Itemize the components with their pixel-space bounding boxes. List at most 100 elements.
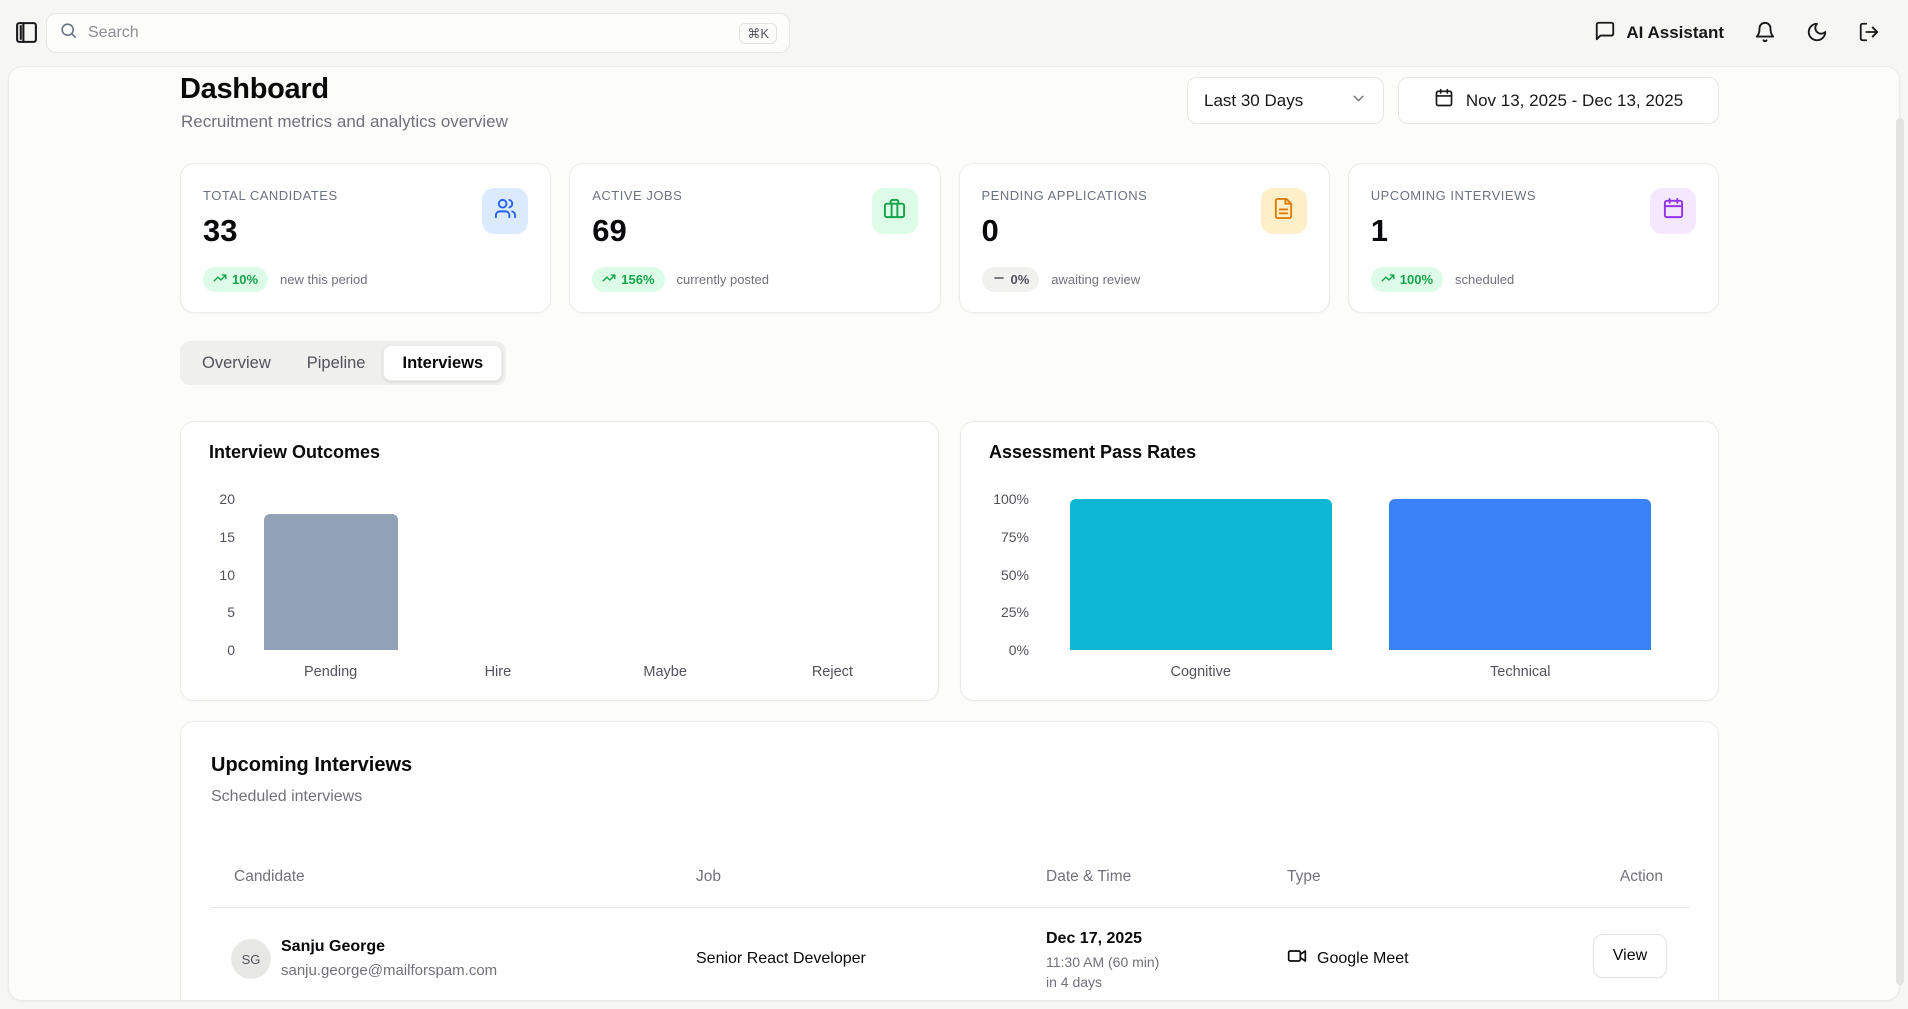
top-right-actions: AI Assistant	[1594, 0, 1880, 66]
calendar-icon	[1434, 88, 1454, 113]
stat-trend-badge: 0%	[982, 267, 1040, 292]
upcoming-interviews-title: Upcoming Interviews	[211, 754, 412, 777]
x-axis-label: Pending	[247, 664, 414, 680]
stat-trend-badge: 100%	[1371, 267, 1443, 292]
y-tick-label: 10	[181, 566, 235, 584]
x-axis-label: Hire	[414, 664, 581, 680]
search-shortcut-kbd: ⌘K	[739, 23, 777, 44]
column-header-date-time: Date & Time	[1046, 868, 1131, 886]
chart-bar-cognitive	[1070, 499, 1332, 650]
page-subtitle: Recruitment metrics and analytics overvi…	[181, 112, 508, 132]
briefcase-icon	[883, 197, 906, 225]
bell-icon	[1754, 21, 1776, 46]
upcoming-interviews-subtitle: Scheduled interviews	[211, 788, 362, 806]
ai-assistant-button[interactable]: AI Assistant	[1594, 20, 1724, 47]
trending-up-icon	[1381, 271, 1395, 288]
chart-title: Assessment Pass Rates	[989, 442, 1196, 463]
x-axis-label: Cognitive	[1041, 664, 1361, 680]
logout-button[interactable]	[1858, 21, 1880, 46]
column-header-candidate: Candidate	[234, 868, 305, 886]
tab-overview[interactable]: Overview	[184, 345, 289, 381]
y-tick-label: 75%	[961, 528, 1029, 546]
stat-icon-box-2	[1261, 188, 1307, 234]
search-icon	[59, 21, 78, 45]
tab-interviews[interactable]: Interviews	[383, 345, 502, 381]
stat-value: 33	[203, 213, 528, 249]
stat-label: PENDING APPLICATIONS	[982, 188, 1307, 203]
trending-up-icon	[213, 271, 227, 288]
minus-icon	[992, 271, 1006, 288]
upcoming-interviews-card: Upcoming Interviews Scheduled interviews…	[180, 721, 1719, 1001]
sidebar-toggle-button[interactable]	[14, 20, 39, 48]
stat-card-active-jobs: ACTIVE JOBS 69 156% currently posted	[569, 163, 940, 313]
stat-label: UPCOMING INTERVIEWS	[1371, 188, 1696, 203]
search-input[interactable]	[88, 24, 739, 42]
job-cell: Senior React Developer	[696, 950, 866, 968]
stat-trend-badge: 156%	[592, 267, 664, 292]
notifications-button[interactable]	[1754, 21, 1776, 46]
stat-card-total-candidates: TOTAL CANDIDATES 33 10% new this period	[180, 163, 551, 313]
moon-icon	[1806, 21, 1828, 46]
tab-pipeline[interactable]: Pipeline	[289, 345, 384, 381]
stats-row: TOTAL CANDIDATES 33 10% new this period …	[180, 163, 1719, 313]
vertical-scrollbar-thumb[interactable]	[1896, 118, 1904, 985]
dark-mode-toggle[interactable]	[1806, 21, 1828, 46]
stat-value: 1	[1371, 213, 1696, 249]
stat-card-pending-applications: PENDING APPLICATIONS 0 0% awaiting revie…	[959, 163, 1330, 313]
stat-value: 69	[592, 213, 917, 249]
stat-trend-badge: 10%	[203, 267, 268, 292]
stat-card-upcoming-interviews: UPCOMING INTERVIEWS 1 100% scheduled	[1348, 163, 1719, 313]
users-icon	[494, 197, 517, 225]
y-tick-label: 20	[181, 490, 235, 508]
top-bar: ⌘K AI Assistant	[0, 0, 1908, 66]
video-camera-icon	[1287, 946, 1307, 971]
interview-date: Dec 17, 2025	[1046, 930, 1142, 948]
stat-label: TOTAL CANDIDATES	[203, 188, 528, 203]
y-tick-label: 0	[181, 641, 235, 659]
view-button[interactable]: View	[1593, 934, 1667, 978]
calendar-icon	[1662, 197, 1685, 225]
interview-type-cell: Google Meet	[1287, 946, 1409, 971]
assessment-pass-rates-chart: Assessment Pass Rates 0%25%50%75%100%Cog…	[960, 421, 1719, 701]
panel-left-icon	[14, 20, 39, 48]
stat-label: ACTIVE JOBS	[592, 188, 917, 203]
chart-bar-technical	[1389, 499, 1651, 650]
y-tick-label: 5	[181, 603, 235, 621]
x-axis-label: Technical	[1361, 664, 1681, 680]
period-select-value: Last 30 Days	[1204, 91, 1303, 111]
interview-outcomes-chart: Interview Outcomes 0 5 10 15 20 PendingHireMa…	[180, 421, 939, 701]
main-content-panel: Dashboard Recruitment metrics and analyt…	[8, 66, 1900, 1001]
interview-relative-time: in 4 days	[1046, 974, 1102, 990]
date-range-value: Nov 13, 2025 - Dec 13, 2025	[1466, 91, 1683, 111]
page-title: Dashboard	[180, 73, 329, 106]
stat-caption: awaiting review	[1051, 272, 1140, 287]
y-tick-label: 0%	[961, 641, 1029, 659]
stat-icon-box-1	[872, 188, 918, 234]
column-header-action: Action	[1620, 868, 1663, 886]
candidate-email: sanju.george@mailforspam.com	[281, 962, 497, 979]
ai-assistant-label: AI Assistant	[1626, 23, 1724, 43]
candidate-name: Sanju George	[281, 938, 385, 956]
chart-title: Interview Outcomes	[209, 442, 380, 463]
stat-caption: currently posted	[677, 272, 770, 287]
x-axis-label: Reject	[749, 664, 916, 680]
y-tick-label: 15	[181, 528, 235, 546]
stat-icon-box-3	[1650, 188, 1696, 234]
stat-icon-box-0	[482, 188, 528, 234]
search-bar: ⌘K	[46, 13, 790, 53]
x-axis-label: Maybe	[582, 664, 749, 680]
table-header-divider	[211, 907, 1690, 908]
stat-caption: scheduled	[1455, 272, 1514, 287]
chevron-down-icon	[1350, 90, 1367, 112]
column-header-job: Job	[696, 868, 721, 886]
stat-caption: new this period	[280, 272, 367, 287]
column-header-type: Type	[1287, 868, 1321, 886]
logout-icon	[1858, 21, 1880, 46]
trending-up-icon	[602, 271, 616, 288]
stat-value: 0	[982, 213, 1307, 249]
date-range-button[interactable]: Nov 13, 2025 - Dec 13, 2025	[1398, 77, 1719, 124]
chart-bar-pending	[264, 514, 398, 650]
period-select[interactable]: Last 30 Days	[1187, 77, 1384, 124]
chat-bubble-icon	[1594, 20, 1616, 47]
interview-time: 11:30 AM (60 min)	[1046, 954, 1159, 970]
